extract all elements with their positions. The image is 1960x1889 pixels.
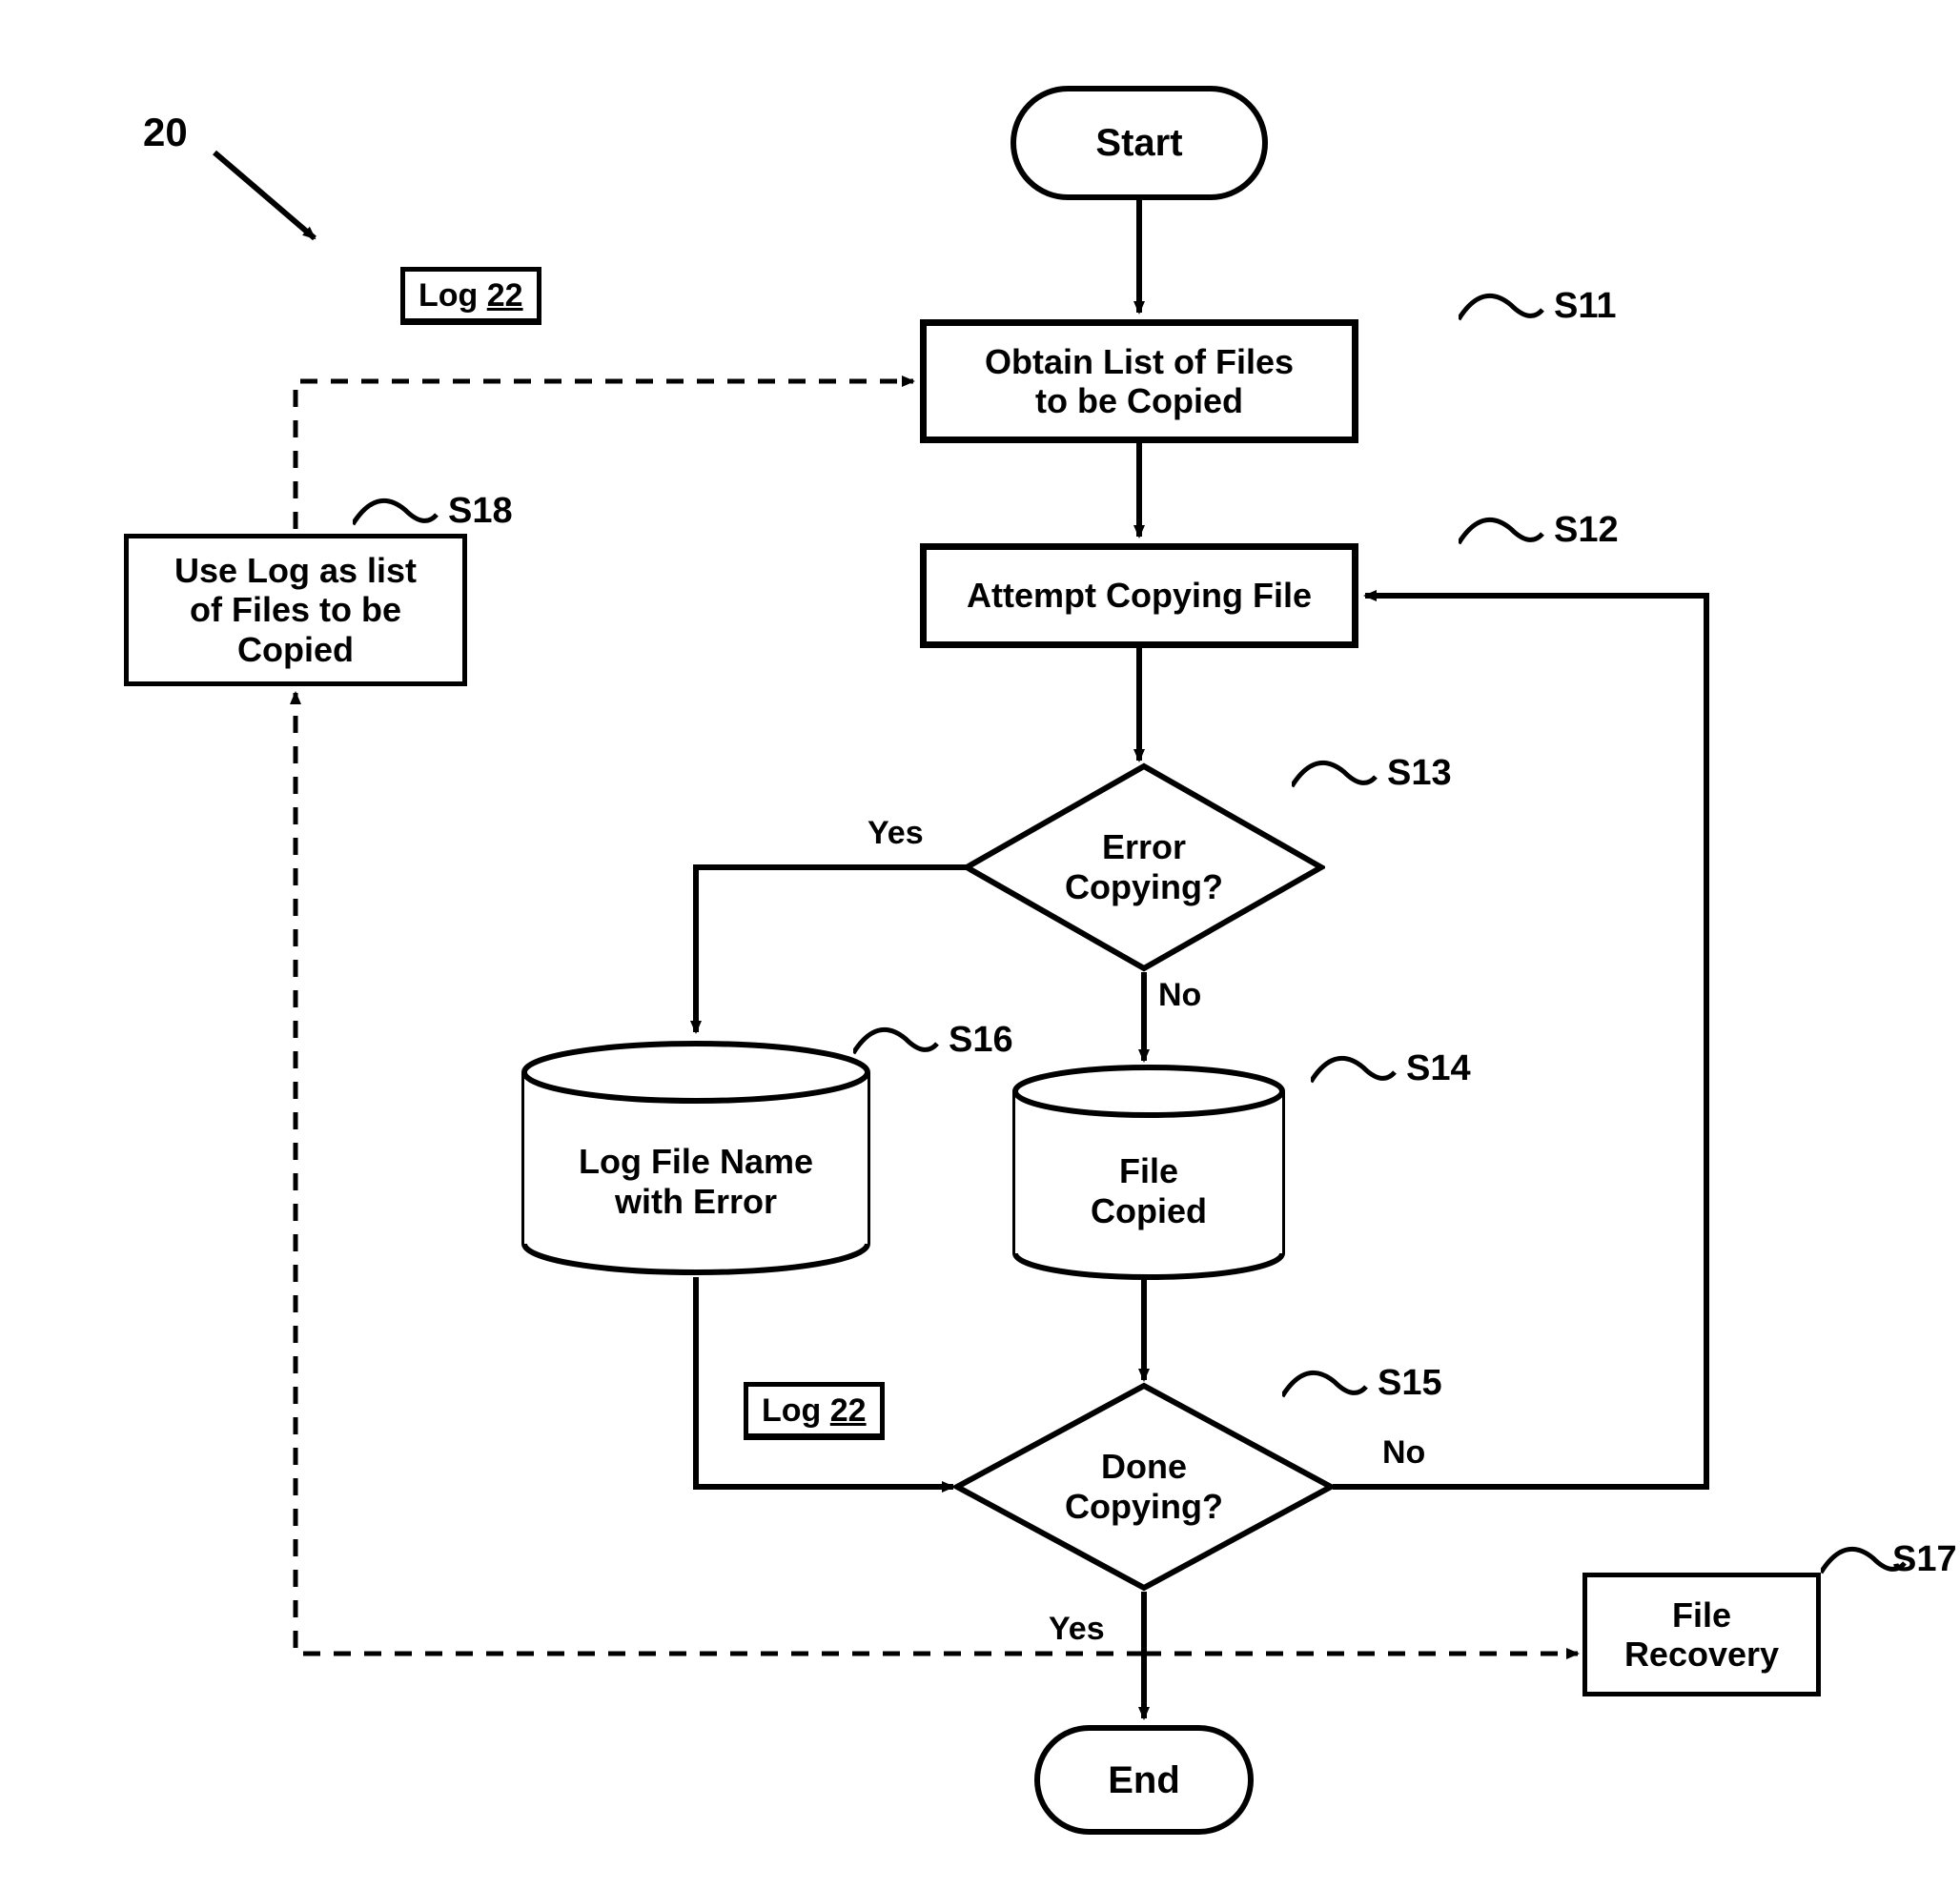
log-tag-2: Log 22 — [744, 1382, 885, 1440]
step-label-s13-text: S13 — [1387, 753, 1452, 794]
start-label: Start — [1095, 121, 1182, 165]
step-label-s12-text: S12 — [1554, 510, 1619, 551]
datastore-s14: File Copied — [1011, 1063, 1287, 1282]
edge-label-s15-yes: Yes — [1049, 1611, 1105, 1648]
step-label-s11-text: S11 — [1554, 286, 1617, 327]
log-tag-2-num: 22 — [830, 1392, 867, 1429]
process-s17-text: File Recovery — [1624, 1595, 1779, 1675]
decision-s15-text: Done Copying? — [1065, 1447, 1223, 1527]
start-terminator: Start — [1011, 86, 1268, 200]
process-s18-text: Use Log as list of Files to be Copied — [174, 551, 417, 669]
log-tag-2-prefix: Log — [762, 1392, 830, 1429]
step-label-s12 — [1459, 500, 1544, 567]
step-label-s13 — [1292, 743, 1378, 810]
process-s11: Obtain List of Files to be Copied — [920, 319, 1358, 443]
log-tag-1-num: 22 — [487, 277, 523, 314]
step-label-s18-text: S18 — [448, 491, 513, 532]
datastore-s16-text: Log File Name with Error — [579, 1142, 813, 1222]
process-s18: Use Log as list of Files to be Copied — [124, 534, 467, 686]
end-terminator: End — [1034, 1725, 1254, 1835]
edge-label-s13-no: No — [1158, 977, 1201, 1014]
flowchart-canvas: 20 Start Obtain List of Files to be Copi… — [0, 0, 1960, 1889]
step-label-s15 — [1282, 1353, 1368, 1420]
decision-s13: Error Copying? — [963, 762, 1325, 972]
decision-s15: Done Copying? — [953, 1382, 1335, 1592]
step-label-s14 — [1311, 1039, 1397, 1106]
decision-s13-text: Error Copying? — [1065, 827, 1223, 907]
process-s12-text: Attempt Copying File — [967, 576, 1312, 615]
log-tag-1: Log 22 — [400, 267, 541, 325]
log-tag-1-prefix: Log — [419, 277, 487, 314]
step-label-s16-text: S16 — [949, 1020, 1013, 1061]
edge-label-s15-no: No — [1382, 1434, 1425, 1472]
step-label-s18 — [353, 481, 439, 548]
step-label-s17-text: S17 — [1892, 1539, 1957, 1580]
step-label-s15-text: S15 — [1378, 1363, 1442, 1404]
process-s12: Attempt Copying File — [920, 543, 1358, 648]
edge-label-s13-yes: Yes — [868, 815, 924, 852]
step-label-s16 — [853, 1010, 939, 1077]
step-label-s14-text: S14 — [1406, 1048, 1471, 1089]
process-s17: File Recovery — [1582, 1573, 1821, 1696]
end-label: End — [1108, 1758, 1180, 1802]
datastore-s16: Log File Name with Error — [520, 1039, 872, 1277]
figure-ref-label: 20 — [143, 110, 188, 155]
datastore-s14-text: File Copied — [1091, 1151, 1207, 1231]
process-s11-text: Obtain List of Files to be Copied — [985, 342, 1294, 421]
step-label-s11 — [1459, 276, 1544, 343]
